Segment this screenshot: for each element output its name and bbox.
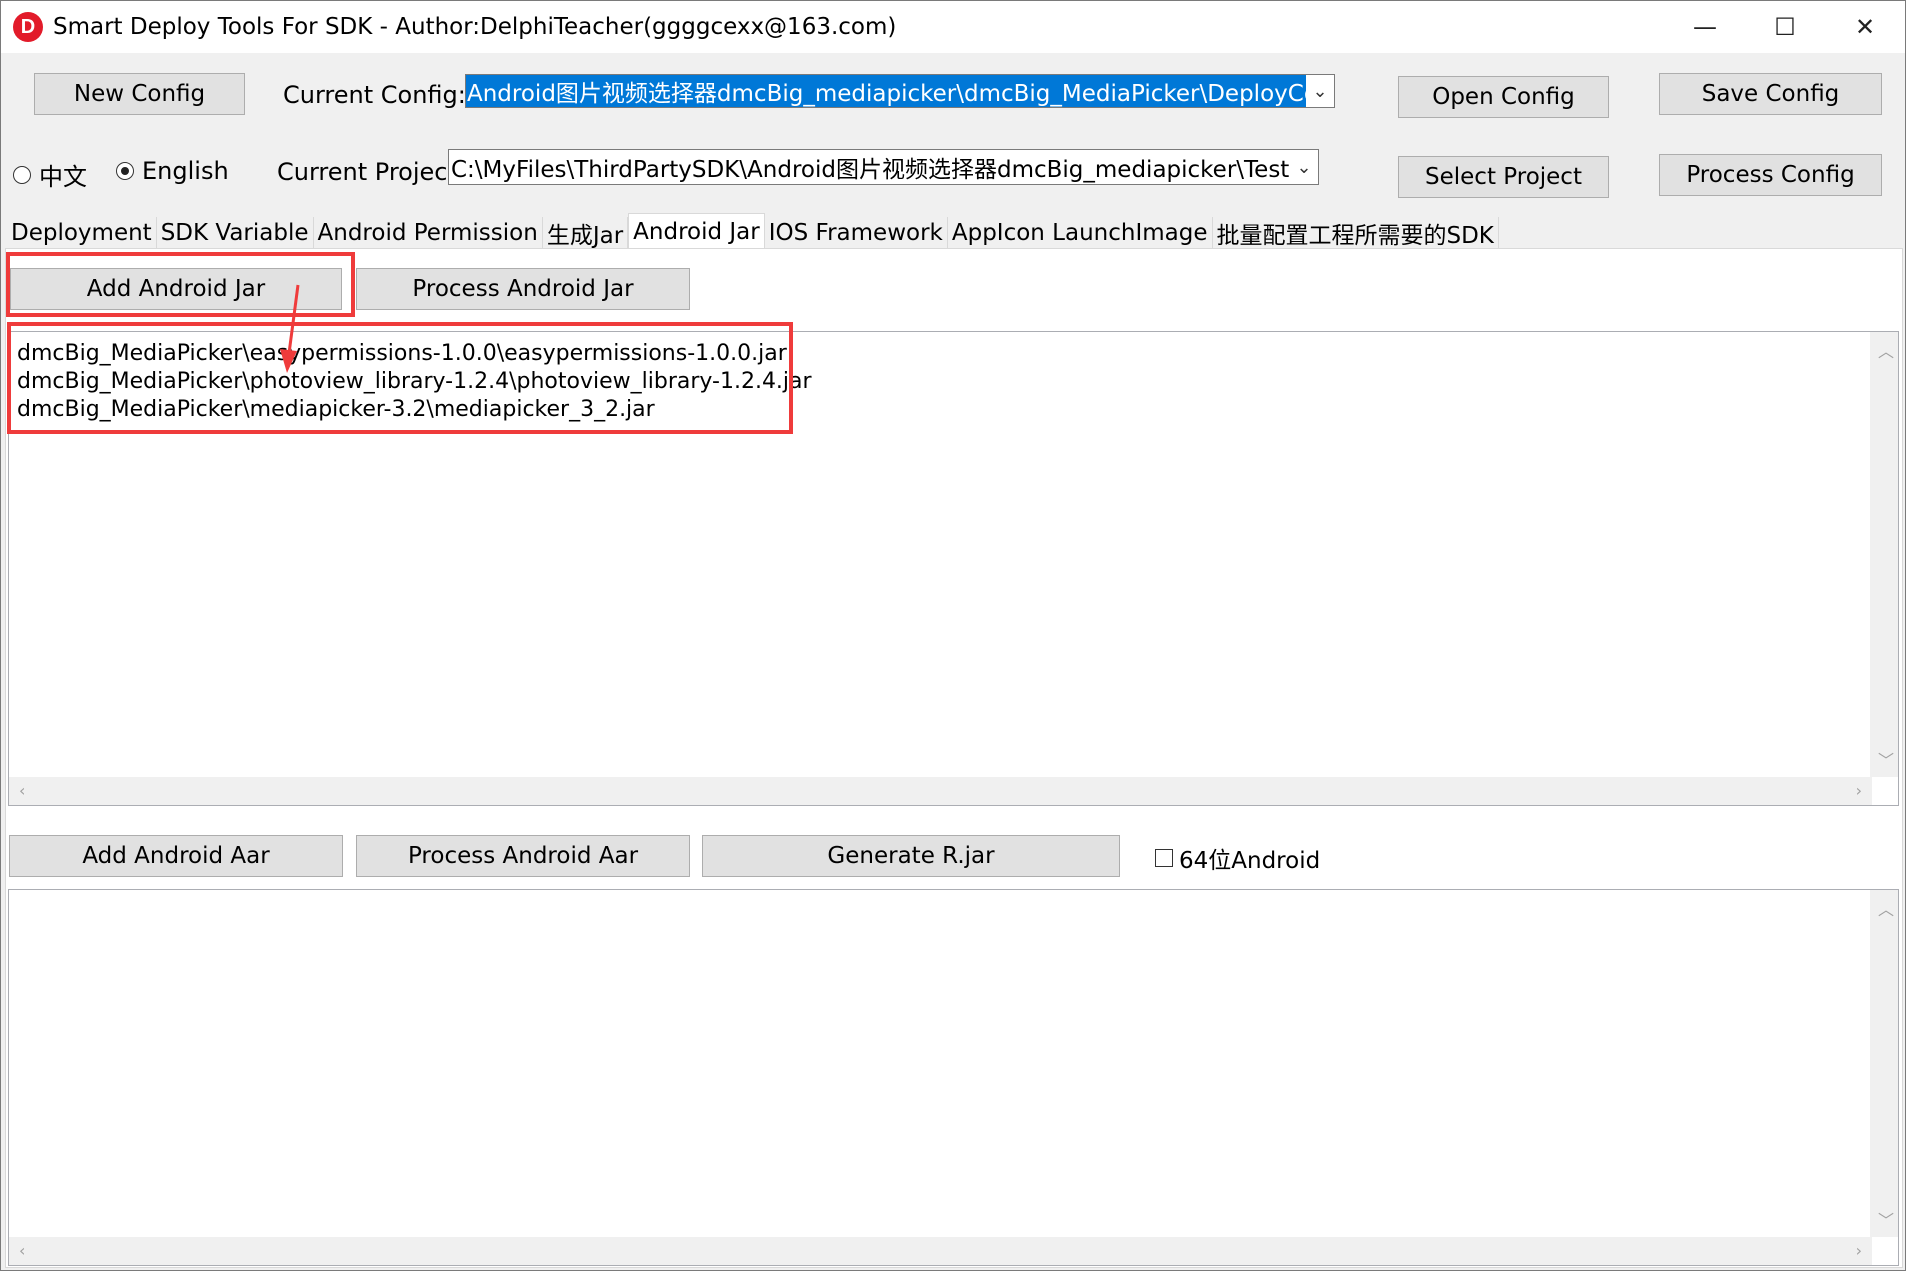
add-android-aar-button[interactable]: Add Android Aar: [9, 835, 343, 877]
current-project-combo[interactable]: C:\MyFiles\ThirdPartySDK\Android图片视频选择器d…: [448, 149, 1319, 185]
checkbox-icon: [1155, 849, 1173, 867]
tab-batch-sdk-config[interactable]: 批量配置工程所需要的SDK: [1212, 217, 1499, 249]
open-config-button[interactable]: Open Config: [1398, 76, 1609, 118]
current-config-value: Android图片视频选择器dmcBig_mediapicker\dmcBig_…: [466, 75, 1306, 107]
close-button[interactable]: ✕: [1825, 1, 1905, 53]
jar-file-lines: dmcBig_MediaPicker\easypermissions-1.0.0…: [17, 340, 812, 424]
title-bar[interactable]: D Smart Deploy Tools For SDK - Author:De…: [1, 1, 1905, 53]
maximize-button[interactable]: ☐: [1745, 1, 1825, 53]
new-config-button[interactable]: New Config: [34, 73, 245, 115]
chevron-down-icon[interactable]: ⌄: [1306, 81, 1334, 102]
aar-file-list[interactable]: ︿ ﹀ ‹ ›: [8, 889, 1899, 1266]
scroll-left-icon[interactable]: ‹: [19, 1241, 25, 1260]
process-android-aar-button[interactable]: Process Android Aar: [356, 835, 690, 877]
list-item: dmcBig_MediaPicker\easypermissions-1.0.0…: [17, 341, 787, 366]
scroll-up-icon[interactable]: ︿: [1878, 338, 1894, 362]
list-item: dmcBig_MediaPicker\photoview_library-1.2…: [17, 369, 812, 394]
radio-label-english: English: [142, 157, 229, 185]
tab-generate-jar[interactable]: 生成Jar: [542, 217, 629, 249]
window-controls: — ☐ ✕: [1665, 1, 1905, 53]
current-config-label: Current Config:: [283, 81, 466, 109]
scroll-left-icon[interactable]: ‹: [19, 781, 25, 800]
scroll-right-icon[interactable]: ›: [1856, 781, 1862, 800]
tab-android-jar[interactable]: Android Jar: [628, 213, 765, 249]
jar-list-horizontal-scrollbar[interactable]: ‹ ›: [9, 777, 1872, 805]
aar-list-vertical-scrollbar[interactable]: ︿ ﹀: [1870, 890, 1898, 1237]
radio-circle-icon: [13, 165, 31, 184]
tab-deployment[interactable]: Deployment: [7, 217, 157, 249]
aar-list-horizontal-scrollbar[interactable]: ‹ ›: [9, 1237, 1872, 1265]
current-project-label: Current Project:: [277, 158, 465, 186]
chevron-down-icon[interactable]: ⌄: [1290, 157, 1318, 178]
tab-android-permission[interactable]: Android Permission: [313, 217, 543, 249]
jar-file-list[interactable]: dmcBig_MediaPicker\easypermissions-1.0.0…: [8, 331, 1899, 806]
process-android-jar-button[interactable]: Process Android Jar: [356, 268, 690, 310]
current-config-combo[interactable]: Android图片视频选择器dmcBig_mediapicker\dmcBig_…: [465, 74, 1335, 108]
tab-appicon-launchimage[interactable]: AppIcon LaunchImage: [947, 217, 1213, 249]
save-config-button[interactable]: Save Config: [1659, 73, 1882, 115]
minimize-button[interactable]: —: [1665, 1, 1745, 53]
radio-label-chinese: 中文: [39, 163, 87, 191]
scroll-right-icon[interactable]: ›: [1856, 1241, 1862, 1260]
radio-selected-icon: [116, 162, 134, 180]
scroll-up-icon[interactable]: ︿: [1878, 896, 1894, 920]
process-config-button[interactable]: Process Config: [1659, 154, 1882, 196]
language-radio-english[interactable]: English: [116, 157, 229, 185]
android-64bit-checkbox[interactable]: 64位Android: [1155, 841, 1320, 875]
add-android-jar-button[interactable]: Add Android Jar: [10, 268, 342, 310]
list-item: dmcBig_MediaPicker\mediapicker-3.2\media…: [17, 397, 655, 422]
scroll-down-icon[interactable]: ﹀: [1878, 747, 1894, 771]
android-64bit-label: 64位Android: [1179, 848, 1321, 874]
generate-rjar-button[interactable]: Generate R.jar: [702, 835, 1120, 877]
jar-list-vertical-scrollbar[interactable]: ︿ ﹀: [1870, 332, 1898, 777]
scroll-down-icon[interactable]: ﹀: [1878, 1207, 1894, 1231]
tab-sdk-variable[interactable]: SDK Variable: [156, 217, 314, 249]
current-project-value: C:\MyFiles\ThirdPartySDK\Android图片视频选择器d…: [451, 157, 1290, 183]
tab-ios-framework[interactable]: IOS Framework: [764, 217, 948, 249]
tab-strip: Deployment SDK Variable Android Permissi…: [7, 213, 1499, 249]
language-radio-chinese[interactable]: 中文: [13, 157, 87, 192]
select-project-button[interactable]: Select Project: [1398, 156, 1609, 198]
window-title: Smart Deploy Tools For SDK - Author:Delp…: [53, 14, 897, 40]
app-window: D Smart Deploy Tools For SDK - Author:De…: [0, 0, 1906, 1271]
app-logo-icon: D: [13, 12, 43, 42]
